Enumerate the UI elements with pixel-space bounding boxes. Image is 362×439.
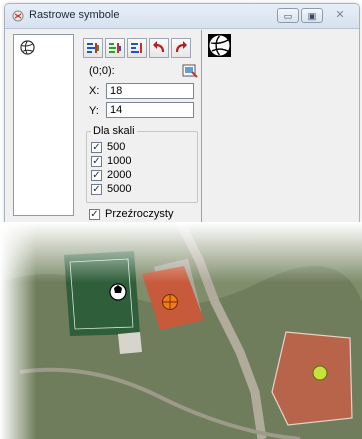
transparent-checkbox[interactable]: ✓ [89,209,100,220]
volleyball-icon[interactable] [20,40,35,55]
scale-2000-label: 2000 [107,169,132,181]
app-icon [12,10,24,22]
x-label: X: [89,85,100,97]
minimize-button[interactable]: ▭ [277,8,299,23]
scale-1000-label: 1000 [107,155,132,167]
transparent-label: Przeźroczysty [105,208,174,220]
arrange-colored-icon-2[interactable] [105,38,125,58]
x-input[interactable]: 18 [106,83,194,99]
scale-2000-checkbox[interactable]: ✓ [91,170,102,181]
image-picker-icon[interactable] [182,63,198,79]
close-button[interactable]: ✕ [325,8,355,23]
symbol-preview [208,34,231,57]
map-fade-left [0,222,362,439]
undo-icon[interactable] [149,38,169,58]
maximize-button[interactable]: ▣ [301,8,323,23]
scale-1000-checkbox[interactable]: ✓ [91,156,102,167]
arrange-colored-icon[interactable] [83,38,103,58]
arrange-blue-icon[interactable] [127,38,147,58]
redo-icon[interactable] [171,38,191,58]
y-label: Y: [89,105,99,117]
symbol-list[interactable] [13,34,74,216]
title-bar[interactable]: Rastrowe symbole ▭ ▣ ✕ [5,4,359,29]
y-input[interactable]: 14 [106,102,194,118]
scale-500-label: 500 [107,141,126,153]
scale-group-title: Dla skali [91,125,137,137]
origin-label: (0;0): [89,65,115,77]
satellite-map[interactable] [0,222,362,439]
scale-5000-label: 5000 [107,183,132,195]
window-title: Rastrowe symbole [29,9,120,21]
scale-5000-checkbox[interactable]: ✓ [91,184,102,195]
scale-500-checkbox[interactable]: ✓ [91,142,102,153]
volleyball-preview-icon [209,35,230,56]
scale-group [86,131,198,203]
